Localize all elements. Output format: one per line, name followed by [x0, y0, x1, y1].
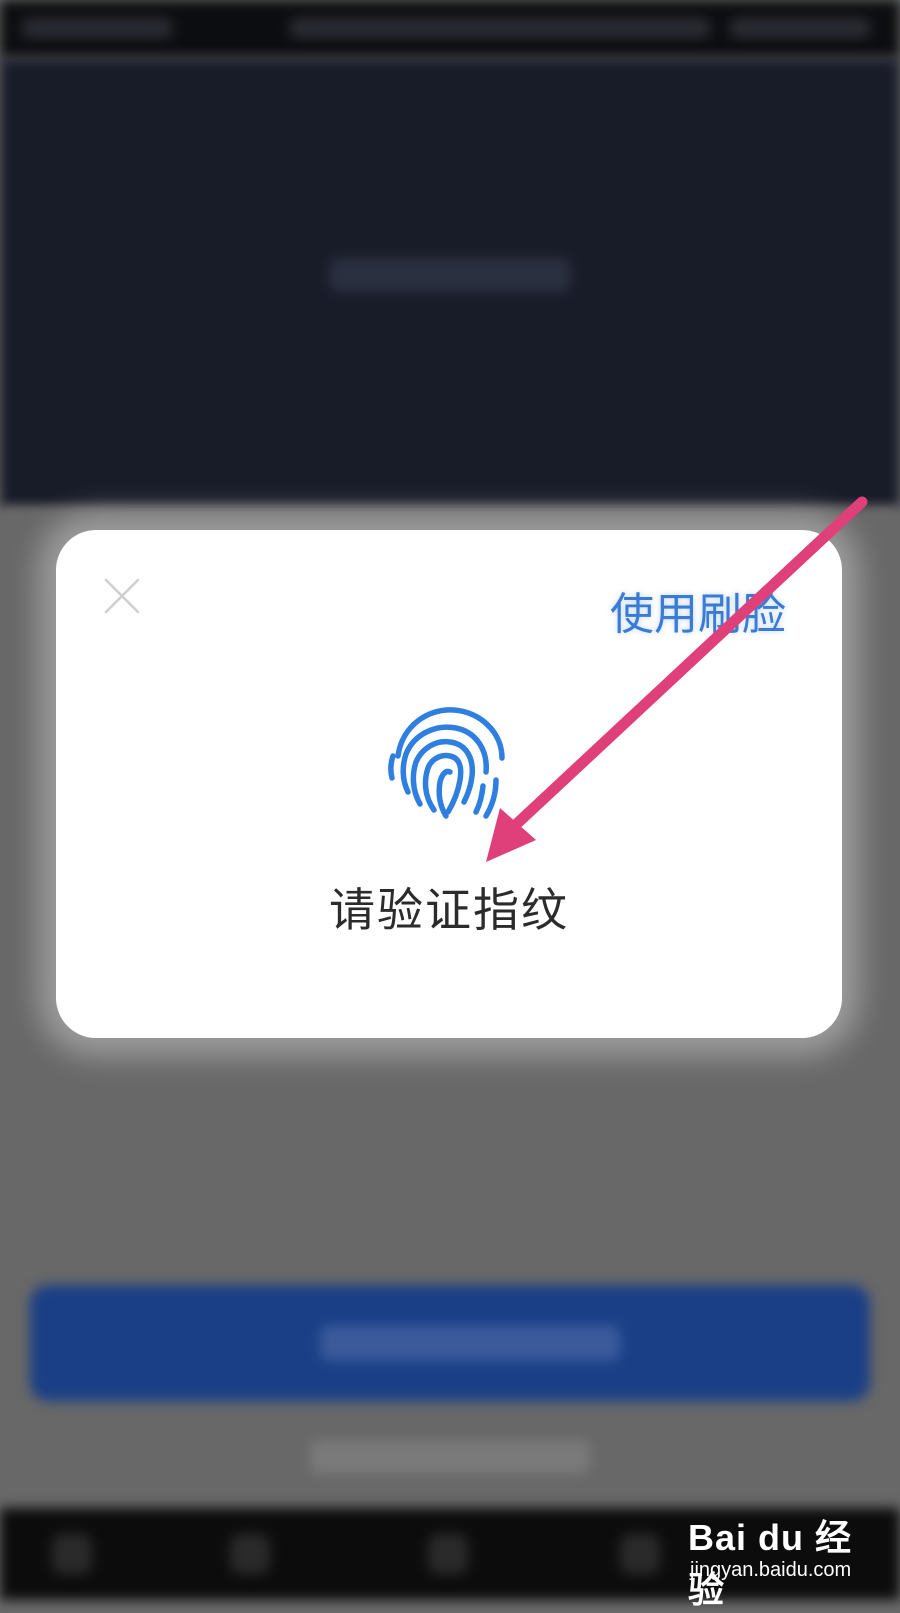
header-title — [330, 258, 570, 292]
use-face-recognition-link[interactable]: 使用刷脸 — [610, 578, 786, 642]
secondary-link — [310, 1440, 590, 1474]
baidu-jingyan-watermark: Bai du 经验 jingyan.baidu.com — [688, 1505, 888, 1610]
verify-fingerprint-prompt: 请验证指纹 — [329, 883, 569, 937]
fingerprint-icon[interactable] — [384, 698, 514, 828]
watermark-url: jingyan.baidu.com — [690, 1559, 852, 1581]
status-bar — [0, 0, 900, 58]
primary-action-button — [30, 1285, 870, 1401]
fingerprint-dialog: 使用刷脸 请验证指纹 — [56, 530, 842, 1038]
close-icon[interactable] — [100, 574, 144, 618]
app-header — [0, 58, 900, 508]
